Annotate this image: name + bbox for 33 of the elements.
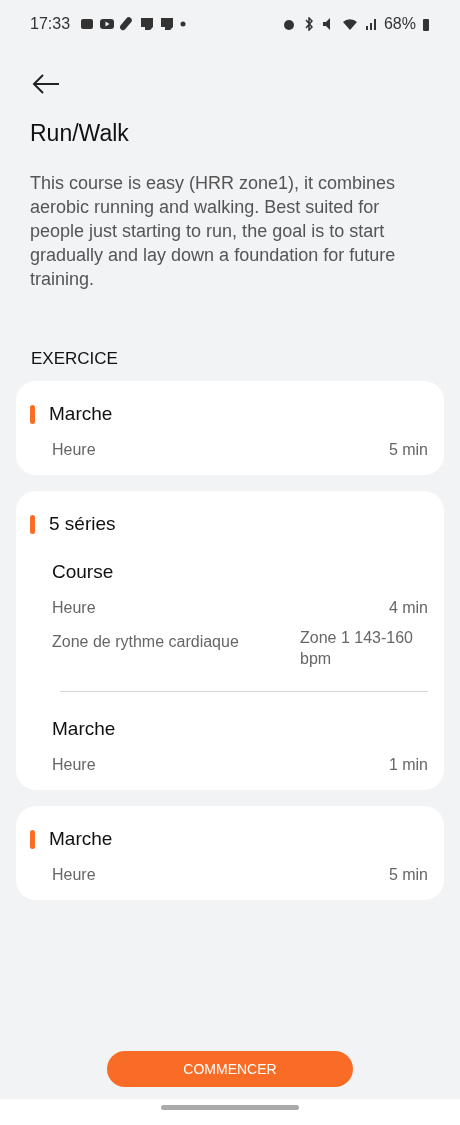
step-title: Marche [49,828,113,850]
row-label: Heure [52,756,96,774]
row-label: Heure [52,866,96,884]
row-value: 5 min [388,441,428,459]
step-title: Marche [49,403,113,425]
signal-icon [363,17,378,31]
row-value: Zone 1 143-160 bpm [300,628,414,669]
back-icon [32,73,60,95]
play-icon [100,17,115,31]
row-value: 4 min [388,599,428,617]
accent-bar [30,514,35,534]
chat-icon [160,17,175,31]
step-title: Course [52,561,115,583]
row-value: 1 min [388,756,428,774]
app-icon [80,17,95,31]
row-label: Zone de rythme cardiaque [52,633,239,651]
wifi-icon [341,17,358,31]
chat-icon [140,17,155,31]
accent-bar [30,829,35,849]
status-time: 17:33 [30,15,71,33]
start-button[interactable]: COMMENCER [107,1051,353,1087]
set-title: 5 séries [49,513,116,535]
home-handle[interactable] [161,1105,299,1110]
row-label: Heure [52,599,96,617]
battery-level: 68% [383,15,416,33]
section-heading: EXERCICE [31,349,119,369]
row-value: 5 min [388,866,428,884]
description: This course is easy (HRR zone1), it combines aerobic running and walking. Best suited for people just starting to run, the goal is to start gradually and lay down a foundation for future training. [30,172,397,291]
accent-bar [30,404,35,424]
battery-icon [422,17,430,31]
row-label: Heure [52,441,96,459]
page-title: Run/Walk [30,120,130,147]
step-title: Marche [52,718,117,740]
